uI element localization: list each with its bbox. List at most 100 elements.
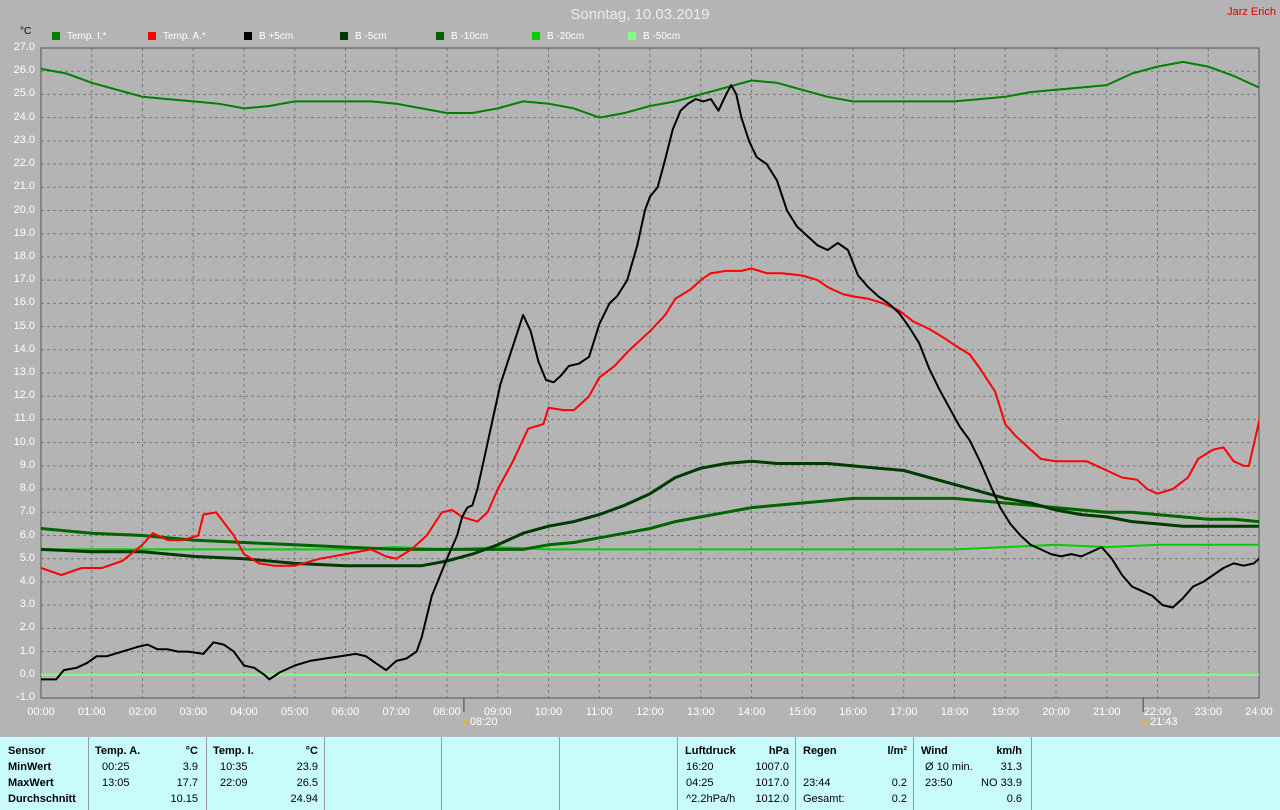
x-tick-label: 07:00 [382, 706, 411, 718]
chart-title: Sonntag, 10.03.2019 [570, 6, 710, 23]
stat-r-val: 0.2 [891, 777, 907, 789]
stat-p-time: 04:25 [686, 777, 714, 789]
y-tick-label: 3.0 [19, 598, 35, 611]
separator [795, 737, 796, 810]
temp-a-unit: °C [185, 745, 198, 757]
x-tick-label: 19:00 [991, 706, 1020, 718]
y-tick-label: 27.0 [13, 41, 35, 53]
x-tick-label: 18:00 [940, 706, 969, 718]
y-tick-label: 13.0 [13, 366, 35, 378]
pressure-header: Luftdruck [685, 745, 736, 757]
stat-ti-val: 26.5 [296, 777, 318, 789]
sunset-marker: ☀21:43 [1140, 716, 1178, 728]
stat-ta-time: 00:25 [102, 761, 130, 773]
y-tick-label: 9.0 [19, 458, 35, 471]
legend-label: B -20cm [547, 31, 585, 42]
sensor-header: Sensor [8, 745, 46, 757]
y-tick-label: 17.0 [13, 273, 35, 286]
y-tick-label: 16.0 [13, 296, 35, 309]
sunrise-time: 08:20 [469, 716, 498, 728]
x-tick-label: 02:00 [128, 706, 157, 718]
legend-label: Temp. A.* [163, 31, 206, 42]
legend-label: B +5cm [259, 31, 294, 42]
x-tick-label: 21:00 [1092, 706, 1121, 718]
legend-item: Temp. A.* [148, 31, 206, 42]
y-tick-label: 1.0 [19, 644, 35, 657]
statistics-panel: Sensor Temp. A. °C Temp. I. °C Luftdruck… [0, 737, 1280, 810]
x-tick-label: 10:00 [534, 706, 563, 718]
y-tick-label: 7.0 [19, 505, 35, 518]
x-tick-label: 20:00 [1042, 706, 1070, 718]
y-unit-label: °C [20, 26, 32, 37]
pressure-unit: hPa [768, 745, 789, 757]
temp-i-unit: °C [305, 745, 318, 757]
separator [1031, 737, 1032, 810]
sunset-time: 21:43 [1149, 716, 1178, 728]
legend-label: B -50cm [643, 31, 681, 42]
wind-unit: km/h [996, 745, 1022, 757]
sunrise-icon: ☀ [460, 717, 469, 728]
stat-w-val: NO 33.9 [981, 777, 1022, 789]
stat-ti-val: 23.9 [296, 761, 318, 773]
separator [324, 737, 325, 810]
stat-ta-val: 10.15 [170, 793, 198, 805]
x-tick-label: 14:00 [737, 706, 766, 718]
x-tick-label: 05:00 [280, 706, 309, 718]
stat-r-val: 0.2 [891, 793, 907, 805]
y-tick-label: 15.0 [13, 319, 35, 332]
stat-label: MaxWert [8, 777, 54, 789]
stat-p-time: ^2.2hPa/h [686, 793, 736, 805]
legend-item: B -20cm [532, 31, 584, 42]
y-tick-label: 6.0 [19, 528, 35, 541]
x-tick-label: 00:00 [27, 706, 55, 718]
stat-w-val: 0.6 [1006, 793, 1022, 805]
x-tick-label: 04:00 [230, 706, 258, 718]
x-tick-label: 06:00 [331, 706, 360, 718]
separator [559, 737, 560, 810]
x-tick-label: 03:00 [179, 706, 208, 718]
legend-item: B +5cm [244, 31, 293, 42]
legend-label: Temp. I.* [67, 31, 107, 42]
y-tick-label: 11.0 [14, 412, 35, 425]
stat-ta-val: 17.7 [176, 777, 198, 789]
legend-swatch [244, 32, 252, 40]
temp-i-header: Temp. I. [213, 745, 254, 757]
rain-header: Regen [803, 745, 837, 757]
y-tick-label: 8.0 [19, 482, 35, 495]
x-tick-label: 23:00 [1194, 706, 1223, 718]
stat-ti-time: 22:09 [220, 777, 248, 789]
legend-swatch [340, 32, 348, 40]
x-tick-label: 11:00 [585, 706, 613, 718]
legend-item: B -5cm [340, 31, 387, 42]
stat-p-val: 1012.0 [755, 793, 789, 805]
separator [677, 737, 678, 810]
x-tick-label: 01:00 [77, 706, 106, 718]
legend-item: B -50cm [628, 31, 680, 42]
separator [913, 737, 914, 810]
stat-ti-time: 10:35 [220, 761, 248, 773]
rain-unit: l/m² [887, 745, 907, 757]
stat-label: MinWert [8, 761, 52, 773]
y-tick-label: 24.0 [13, 110, 35, 123]
x-tick-label: 15:00 [788, 706, 817, 718]
y-tick-label: 26.0 [13, 64, 35, 77]
stat-w-time: 23:50 [925, 777, 953, 789]
y-tick-label: 2.0 [19, 621, 35, 634]
wind-header: Wind [921, 745, 948, 757]
sunrise-marker: ☀08:20 [460, 716, 498, 728]
stat-r-time: Gesamt: [803, 793, 845, 805]
legend-swatch [532, 32, 540, 40]
stat-label: Durchschnitt [8, 793, 76, 805]
stat-w-val: 31.3 [1000, 761, 1022, 773]
chart-canvas [40, 47, 1260, 712]
y-tick-label: 22.0 [13, 157, 35, 170]
stat-p-time: 16:20 [686, 761, 714, 773]
x-tick-label: 16:00 [839, 706, 867, 718]
stat-ta-val: 3.9 [182, 761, 198, 773]
legend-label: B -10cm [451, 31, 489, 42]
y-tick-label: 21.0 [13, 180, 35, 193]
stat-p-val: 1007.0 [755, 761, 789, 773]
legend-swatch [628, 32, 636, 40]
y-tick-label: 14.0 [13, 342, 35, 355]
author-label: Jarz Erich [1227, 6, 1276, 18]
